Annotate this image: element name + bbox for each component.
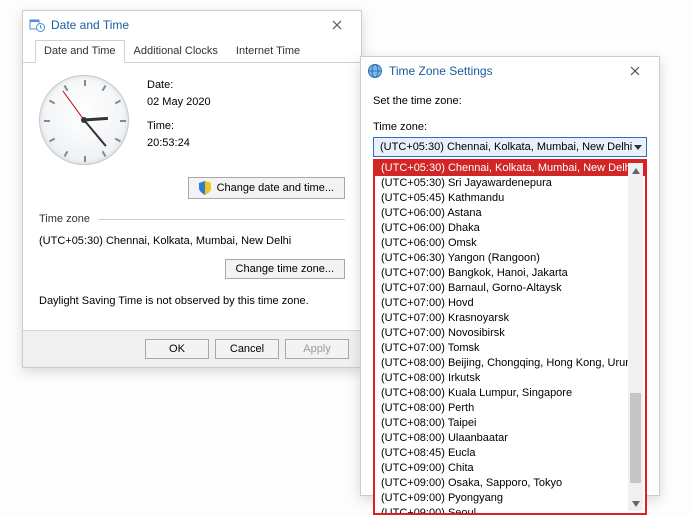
scroll-thumb[interactable] <box>630 393 641 483</box>
window-title: Time Zone Settings <box>389 64 615 78</box>
analog-clock <box>39 75 129 165</box>
timezone-option[interactable]: (UTC+08:00) Ulaanbaatar <box>375 431 645 446</box>
cancel-button[interactable]: Cancel <box>215 339 279 359</box>
tab-datetime[interactable]: Date and Time <box>35 40 125 63</box>
timezone-option[interactable]: (UTC+07:00) Hovd <box>375 296 645 311</box>
second-hand <box>62 91 84 121</box>
tab-clocks[interactable]: Additional Clocks <box>125 40 227 63</box>
timezone-option[interactable]: (UTC+09:00) Seoul <box>375 506 645 513</box>
set-timezone-label: Set the time zone: <box>373 95 647 107</box>
change-timezone-button[interactable]: Change time zone... <box>225 259 345 279</box>
titlebar[interactable]: Date and Time <box>23 11 361 39</box>
current-timezone: (UTC+05:30) Chennai, Kolkata, Mumbai, Ne… <box>39 235 345 247</box>
timezone-option[interactable]: (UTC+05:45) Kathmandu <box>375 191 645 206</box>
dialog-footer: OK Cancel Apply <box>23 330 361 367</box>
timezone-settings-window: Time Zone Settings Set the time zone: Ti… <box>360 56 660 496</box>
scroll-up-icon[interactable] <box>628 163 643 178</box>
timezone-option[interactable]: (UTC+05:30) Sri Jayawardenepura <box>375 176 645 191</box>
timezone-label: Time zone: <box>373 121 647 133</box>
timezone-option[interactable]: (UTC+09:00) Chita <box>375 461 645 476</box>
hour-hand <box>84 117 108 122</box>
timezone-option[interactable]: (UTC+08:45) Eucla <box>375 446 645 461</box>
timezone-option[interactable]: (UTC+06:30) Yangon (Rangoon) <box>375 251 645 266</box>
timezone-option[interactable]: (UTC+07:00) Krasnoyarsk <box>375 311 645 326</box>
chevron-down-icon <box>634 145 642 150</box>
close-button[interactable] <box>317 14 357 36</box>
dst-note: Daylight Saving Time is not observed by … <box>39 295 345 307</box>
globe-icon <box>367 63 383 79</box>
timezone-option[interactable]: (UTC+09:00) Osaka, Sapporo, Tokyo <box>375 476 645 491</box>
timezone-option-list[interactable]: (UTC+05:30) Chennai, Kolkata, Mumbai, Ne… <box>375 161 645 513</box>
ok-button[interactable]: OK <box>145 339 209 359</box>
scroll-down-icon[interactable] <box>628 496 643 511</box>
tab-internet[interactable]: Internet Time <box>227 40 309 63</box>
timezone-option[interactable]: (UTC+09:00) Pyongyang <box>375 491 645 506</box>
divider <box>98 219 345 220</box>
timezone-option[interactable]: (UTC+08:00) Kuala Lumpur, Singapore <box>375 386 645 401</box>
timezone-dropdown: (UTC+05:30) Chennai, Kolkata, Mumbai, Ne… <box>373 159 647 515</box>
date-label: Date: <box>147 77 211 94</box>
timezone-option[interactable]: (UTC+06:00) Dhaka <box>375 221 645 236</box>
timezone-option[interactable]: (UTC+08:00) Irkutsk <box>375 371 645 386</box>
titlebar[interactable]: Time Zone Settings <box>361 57 659 85</box>
datetime-icon <box>29 17 45 33</box>
time-label: Time: <box>147 118 211 135</box>
date-time-window: Date and Time Date and Time Additional C… <box>22 10 362 368</box>
window-title: Date and Time <box>51 18 317 32</box>
timezone-option[interactable]: (UTC+07:00) Tomsk <box>375 341 645 356</box>
minute-hand <box>83 119 106 146</box>
timezone-combobox[interactable]: (UTC+05:30) Chennai, Kolkata, Mumbai, Ne… <box>373 137 647 157</box>
scrollbar[interactable] <box>628 163 643 511</box>
change-datetime-button[interactable]: Change date and time... <box>188 177 345 199</box>
close-button[interactable] <box>615 60 655 82</box>
tab-strip: Date and Time Additional Clocks Internet… <box>23 39 361 63</box>
timezone-option[interactable]: (UTC+06:00) Astana <box>375 206 645 221</box>
apply-button[interactable]: Apply <box>285 339 349 359</box>
timezone-option[interactable]: (UTC+08:00) Taipei <box>375 416 645 431</box>
timezone-option[interactable]: (UTC+05:30) Chennai, Kolkata, Mumbai, Ne… <box>375 161 645 176</box>
timezone-option[interactable]: (UTC+07:00) Barnaul, Gorno-Altaysk <box>375 281 645 296</box>
timezone-option[interactable]: (UTC+08:00) Beijing, Chongqing, Hong Kon… <box>375 356 645 371</box>
tz-section-label: Time zone <box>39 213 90 225</box>
shield-icon <box>199 181 211 195</box>
timezone-option[interactable]: (UTC+06:00) Omsk <box>375 236 645 251</box>
timezone-option[interactable]: (UTC+07:00) Bangkok, Hanoi, Jakarta <box>375 266 645 281</box>
date-value: 02 May 2020 <box>147 94 211 111</box>
timezone-option[interactable]: (UTC+07:00) Novosibirsk <box>375 326 645 341</box>
time-value: 20:53:24 <box>147 135 211 152</box>
timezone-option[interactable]: (UTC+08:00) Perth <box>375 401 645 416</box>
